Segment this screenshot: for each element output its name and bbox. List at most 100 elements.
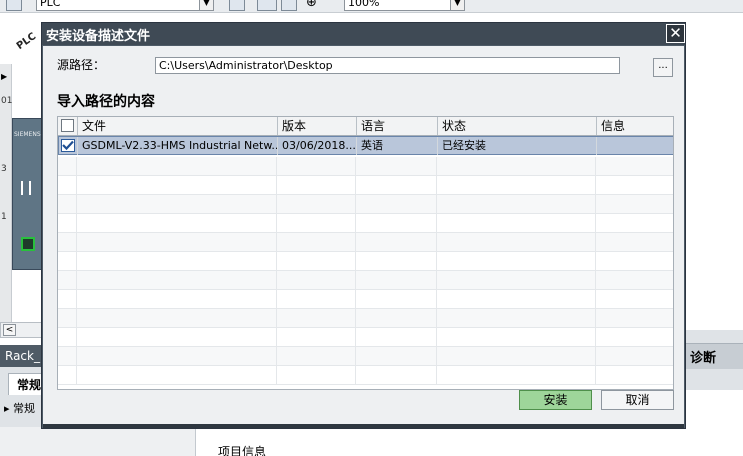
properties-nav-pane	[0, 427, 196, 456]
row-checkbox[interactable]	[61, 139, 75, 152]
column-header-language[interactable]: 语言	[357, 117, 438, 135]
empty-table-cell	[356, 214, 437, 233]
grid-icon[interactable]	[281, 0, 297, 11]
chevron-down-icon[interactable]: ▼	[450, 0, 464, 10]
empty-table-cell	[356, 290, 437, 309]
fit-view-icon[interactable]	[229, 0, 245, 11]
device-combo-value: PLC	[40, 0, 61, 9]
column-header-info[interactable]: 信息	[597, 117, 673, 135]
import-contents-title: 导入路径的内容	[57, 94, 155, 110]
select-all-column	[58, 117, 78, 135]
zoom-combo[interactable]: 100% ▼	[344, 0, 465, 11]
empty-table-cell	[437, 290, 596, 309]
cancel-button[interactable]: 取消	[601, 390, 674, 410]
module-ports-icon	[21, 181, 31, 195]
install-gsd-dialog: 安装设备描述文件 ✕ 源路径： C:\Users\Administrator\D…	[41, 22, 686, 429]
column-header-status[interactable]: 状态	[438, 117, 597, 135]
empty-table-row	[58, 214, 673, 233]
empty-table-cell	[277, 347, 356, 366]
empty-table-cell	[77, 195, 277, 214]
network-view-icon[interactable]	[6, 0, 22, 11]
canvas-plc-label: PLC	[14, 30, 39, 53]
dialog-title: 安装设备描述文件	[46, 29, 151, 44]
empty-table-cell	[437, 233, 596, 252]
column-header-version[interactable]: 版本	[278, 117, 357, 135]
tree-expand-icon[interactable]: ▸	[4, 402, 10, 415]
tab-general[interactable]: 常规	[8, 373, 42, 395]
module-port-led-icon	[21, 237, 35, 251]
empty-table-row	[58, 157, 673, 176]
empty-table-cell	[437, 366, 596, 385]
close-icon[interactable]: ✕	[666, 24, 685, 43]
empty-table-cell	[437, 328, 596, 347]
empty-table-cell	[277, 195, 356, 214]
properties-tabstrip: 常规 ▸ 常规	[0, 367, 42, 427]
empty-table-cell	[596, 290, 673, 309]
empty-table-cell	[356, 195, 437, 214]
empty-table-cell	[437, 309, 596, 328]
empty-table-cell	[77, 290, 277, 309]
empty-table-cell	[596, 366, 673, 385]
empty-table-row	[58, 252, 673, 271]
empty-table-cell	[596, 195, 673, 214]
empty-table-cell	[356, 157, 437, 176]
rack-tab[interactable]: Rack_	[0, 345, 42, 367]
browse-button[interactable]: ...	[653, 58, 673, 77]
install-button[interactable]: 安装	[519, 390, 592, 410]
empty-table-cell	[356, 328, 437, 347]
gsd-file-table: 文件 版本 语言 状态 信息 GSDML-V2.33-HMS Industria…	[57, 116, 674, 390]
empty-table-cell	[596, 271, 673, 290]
tree-item-general[interactable]: ▸ 常规	[4, 400, 35, 416]
tree-item-label: 常规	[13, 402, 36, 415]
right-pane-body	[684, 390, 743, 456]
dialog-body: 源路径： C:\Users\Administrator\Desktop ... …	[43, 46, 684, 424]
empty-table-cell	[596, 233, 673, 252]
empty-table-cell	[58, 290, 77, 309]
row-info	[597, 137, 673, 155]
expand-arrow-icon[interactable]: ▶	[1, 72, 7, 81]
source-path-input[interactable]: C:\Users\Administrator\Desktop	[155, 57, 620, 74]
empty-table-cell	[77, 347, 277, 366]
empty-table-cell	[58, 347, 77, 366]
table-header: 文件 版本 语言 状态 信息	[58, 117, 673, 136]
empty-table-cell	[596, 176, 673, 195]
table-row[interactable]: GSDML-V2.33-HMS Industrial Netw... 03/06…	[58, 136, 673, 155]
empty-table-cell	[277, 271, 356, 290]
empty-table-cell	[356, 347, 437, 366]
empty-table-cell	[77, 233, 277, 252]
empty-table-cell	[437, 157, 596, 176]
empty-table-row	[58, 309, 673, 328]
empty-table-cell	[277, 328, 356, 347]
empty-table-row	[58, 290, 673, 309]
module-brand: SIEMENS	[14, 131, 41, 138]
select-all-checkbox[interactable]	[61, 119, 74, 132]
empty-table-cell	[58, 366, 77, 385]
empty-table-cell	[437, 347, 596, 366]
row-version: 03/06/2018...	[278, 137, 357, 155]
empty-table-row	[58, 271, 673, 290]
chevron-down-icon[interactable]: ▼	[199, 0, 213, 10]
print-icon[interactable]	[257, 0, 277, 11]
empty-table-cell	[58, 214, 77, 233]
empty-table-row	[58, 328, 673, 347]
horizontal-scrollbar[interactable]: <	[0, 322, 42, 338]
column-header-file[interactable]: 文件	[78, 117, 278, 135]
empty-table-cell	[437, 195, 596, 214]
empty-table-cell	[277, 252, 356, 271]
source-path-label: 源路径：	[57, 58, 106, 72]
empty-table-cell	[77, 214, 277, 233]
device-combo[interactable]: PLC ▼	[36, 0, 214, 11]
scroll-left-icon[interactable]: <	[3, 324, 16, 336]
empty-table-cell	[437, 176, 596, 195]
left-collapse-strip: ▶ 01 3 1	[0, 64, 12, 322]
empty-table-cell	[58, 309, 77, 328]
dialog-titlebar[interactable]: 安装设备描述文件 ✕	[42, 23, 685, 45]
empty-table-cell	[356, 366, 437, 385]
empty-table-cell	[596, 214, 673, 233]
empty-table-row	[58, 176, 673, 195]
row-checkbox-cell	[59, 137, 78, 155]
tab-diagnostics[interactable]: 诊断	[690, 347, 716, 366]
empty-table-cell	[356, 176, 437, 195]
zoom-icon[interactable]: ⊕	[306, 0, 317, 10]
plc-module-graphic[interactable]: SIEMENS	[12, 118, 42, 270]
